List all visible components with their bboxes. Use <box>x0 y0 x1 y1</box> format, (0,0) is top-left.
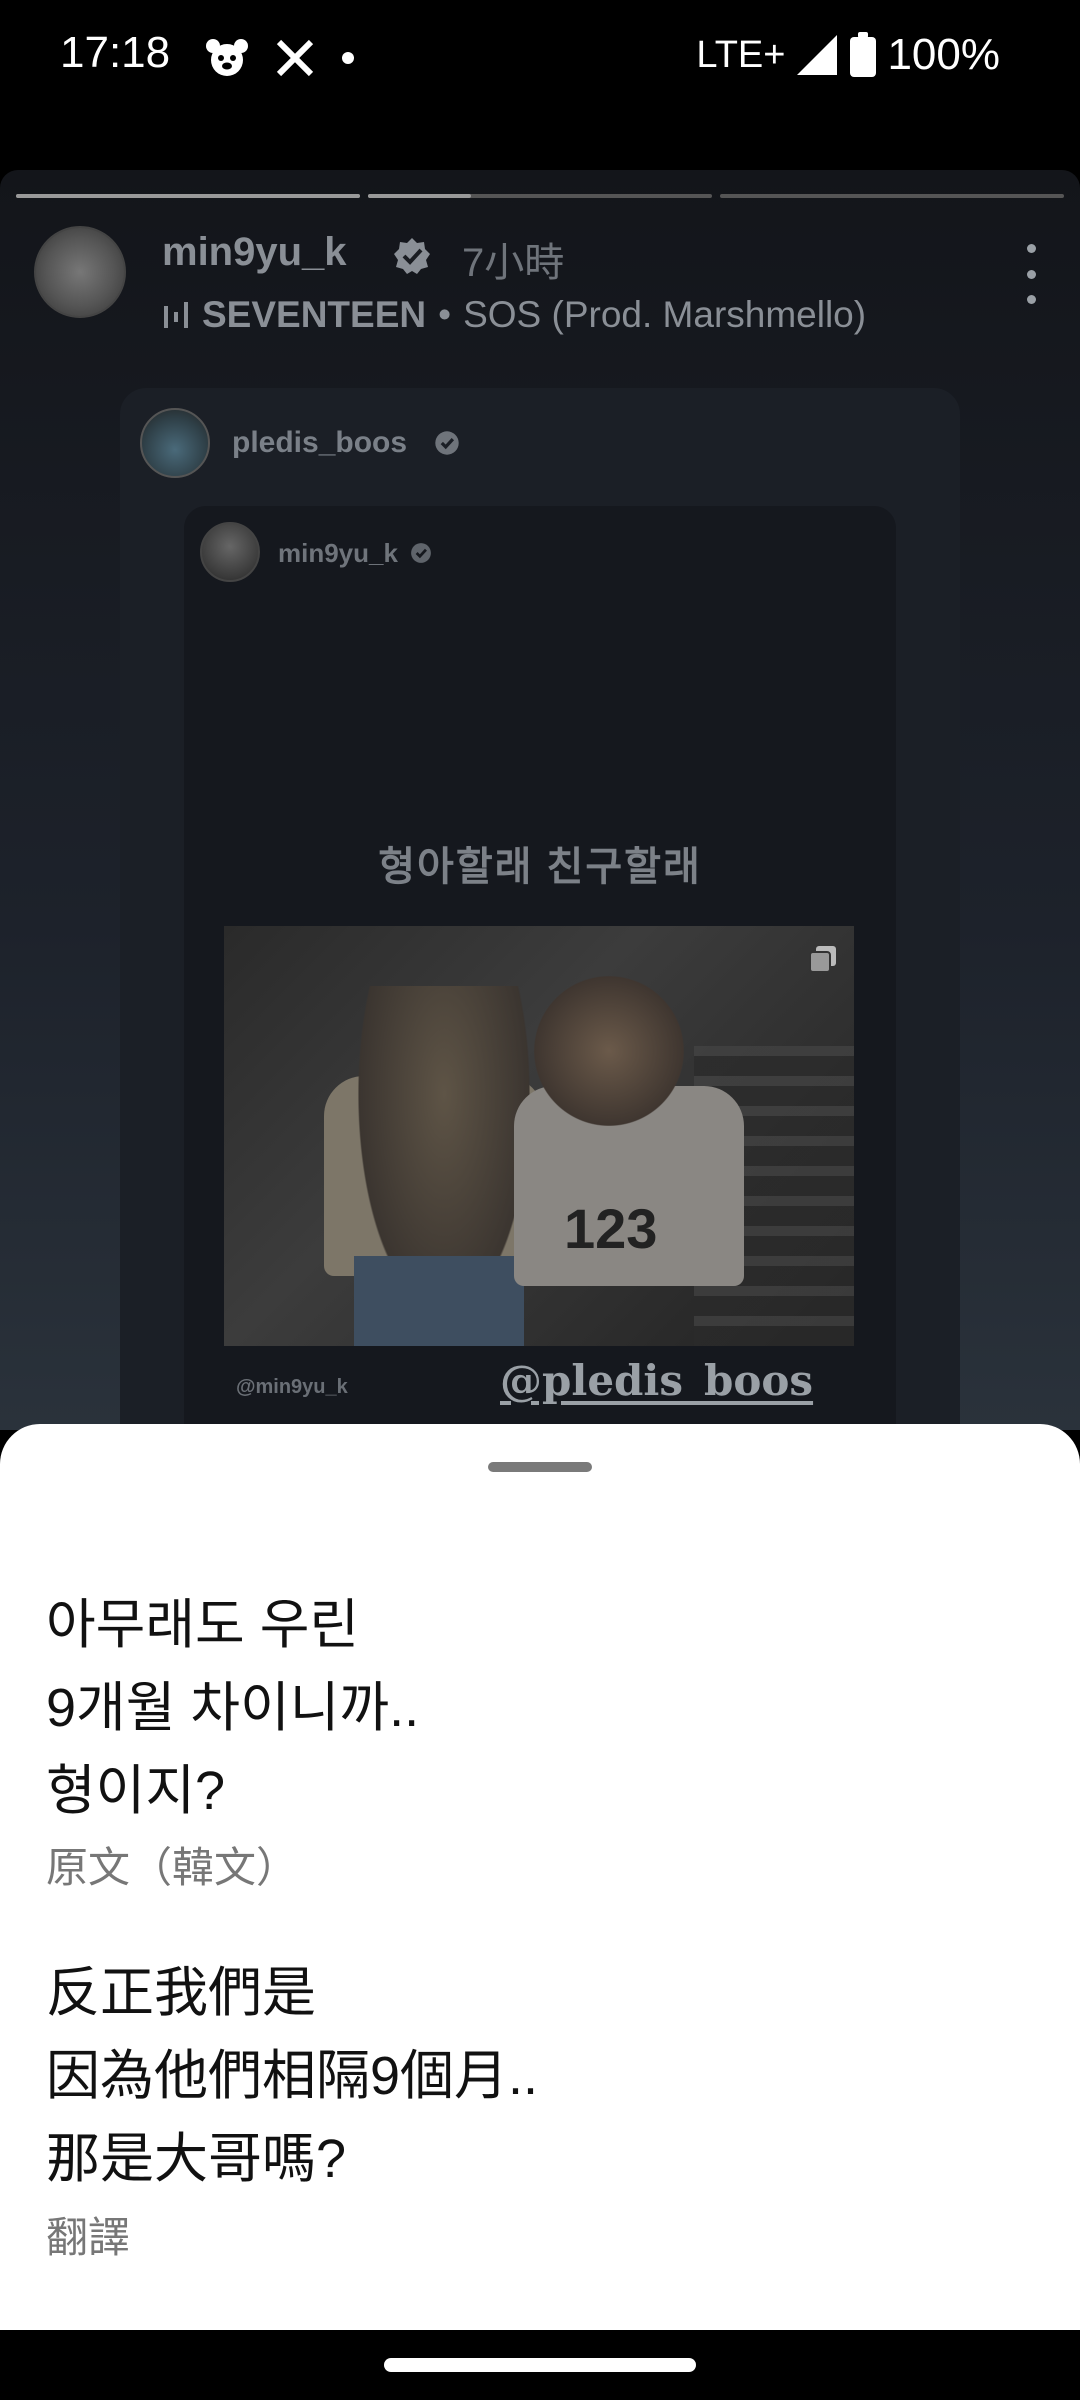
repost-username[interactable]: pledis_boos <box>232 426 407 460</box>
story-header: min9yu_k 7小時 SEVENTEEN • SOS (Prod. Mars… <box>34 226 1046 335</box>
battery-percent: 100% <box>887 30 1000 79</box>
drag-handle[interactable] <box>488 1462 592 1472</box>
repost-avatar[interactable] <box>140 408 210 478</box>
shirt-number: 123 <box>564 1197 658 1260</box>
post-caption: 형아할래 친구할래 <box>378 845 702 889</box>
inner-post-card: min9yu_k 형아할래 친구할래 123 @min9yu_k @pledis… <box>184 506 896 1430</box>
inner-avatar <box>200 522 260 582</box>
progress-segment <box>16 194 360 198</box>
battery-icon <box>850 32 877 77</box>
status-time: 17:18 <box>60 28 171 77</box>
music-bars-icon <box>164 302 188 328</box>
inner-username: min9yu_k <box>278 538 398 568</box>
translated-text: 反正我們是 因為他們相隔9個月.. 那是大哥嗎? <box>46 1963 539 2189</box>
translation-label: 翻譯 <box>46 2214 131 2261</box>
music-title: SOS (Prod. Marshmello) <box>463 294 867 335</box>
progress-segment <box>368 194 712 198</box>
multiple-photos-icon <box>809 946 836 973</box>
translation-sheet[interactable]: 아무래도 우린 9개월 차이니까.. 형이지? 原文（韓文） 反正我們是 因為他… <box>0 1424 1080 2330</box>
home-indicator[interactable] <box>384 2358 696 2372</box>
signal-icon <box>797 35 838 75</box>
avatar[interactable] <box>34 226 126 318</box>
original-language-label: 原文（韓文） <box>46 1844 299 1891</box>
dot-icon <box>342 52 354 64</box>
verified-badge-icon <box>435 431 459 455</box>
story-music[interactable]: SEVENTEEN • SOS (Prod. Marshmello) <box>162 294 866 336</box>
verified-badge-icon <box>394 238 430 274</box>
original-text: 아무래도 우린 9개월 차이니까.. 형이지? <box>46 1595 420 1821</box>
story-viewer[interactable]: min9yu_k 7小時 SEVENTEEN • SOS (Prod. Mars… <box>0 170 1080 1430</box>
story-username[interactable]: min9yu_k <box>162 230 347 275</box>
more-options-icon[interactable] <box>1016 244 1046 304</box>
x-icon <box>276 39 314 77</box>
post-photo: 123 <box>224 926 854 1346</box>
story-time-ago: 7小時 <box>462 241 565 285</box>
status-bar: 17:18 LTE+ 100% <box>0 0 1080 120</box>
music-artist: SEVENTEEN <box>202 294 427 335</box>
bear-icon <box>206 39 248 76</box>
repost-card[interactable]: pledis_boos min9yu_k 형아할래 친구할래 123 @min9… <box>120 388 960 1430</box>
mention-tag: @min9yu_k <box>236 1376 348 1398</box>
notification-icons <box>205 38 355 78</box>
music-separator: • <box>438 294 452 335</box>
verified-badge-icon <box>411 543 431 563</box>
system-icons: LTE+ 100% <box>696 30 1000 80</box>
story-progress <box>16 194 1064 198</box>
navigation-bar <box>0 2330 1080 2400</box>
progress-segment <box>720 194 1064 198</box>
mention-sticker[interactable]: @pledis_boos <box>500 1356 813 1405</box>
network-type: LTE+ <box>696 33 786 76</box>
